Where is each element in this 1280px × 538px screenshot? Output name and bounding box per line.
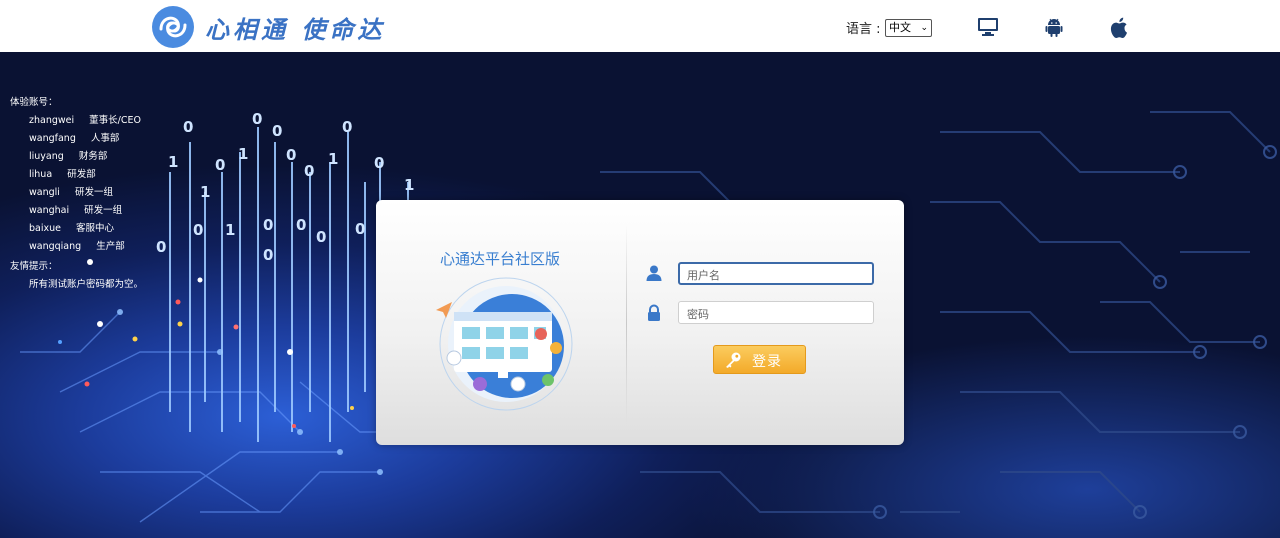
svg-text:0: 0: [156, 238, 166, 256]
account-username: lihua: [29, 169, 53, 180]
svg-text:0: 0: [296, 216, 306, 234]
account-username: wangli: [29, 187, 60, 198]
svg-text:1: 1: [238, 145, 248, 163]
account-item: baixue 客服中心: [29, 220, 114, 234]
account-role: 董事长/CEO: [89, 115, 141, 126]
account-role: 研发部: [67, 169, 96, 180]
svg-text:1: 1: [225, 221, 235, 239]
svg-text:0: 0: [304, 162, 314, 180]
account-item: lihua 研发部: [29, 166, 96, 180]
account-username: liuyang: [29, 151, 64, 162]
apple-icon[interactable]: [1109, 16, 1131, 38]
account-role: 研发一组: [84, 205, 123, 216]
account-username: wanghai: [29, 205, 70, 216]
account-role: 财务部: [78, 151, 108, 162]
svg-text:1: 1: [328, 150, 338, 168]
chevron-down-icon: ⌄: [920, 23, 928, 33]
account-username: baixue: [29, 223, 61, 234]
svg-text:1: 1: [200, 183, 210, 201]
android-icon[interactable]: [1043, 16, 1065, 38]
account-item: wanghai 研发一组: [29, 202, 122, 216]
key-icon: [726, 352, 741, 368]
account-username: wangqiang: [29, 241, 82, 252]
account-username: zhangwei: [29, 115, 75, 126]
username-input[interactable]: 用户名: [678, 262, 874, 285]
svg-text:0: 0: [272, 122, 282, 140]
tip-text: 所有测试账户密码都为空。: [29, 279, 144, 290]
svg-text:0: 0: [252, 110, 262, 128]
logo-icon: [152, 6, 194, 48]
account-item: wangli 研发一组: [29, 184, 113, 198]
account-role: 人事部: [90, 133, 120, 144]
platform-illustration: [436, 277, 573, 411]
language-selected-value: 中文: [889, 21, 911, 34]
svg-text:0: 0: [286, 146, 296, 164]
account-role: 生产部: [96, 241, 125, 252]
svg-text:0: 0: [374, 154, 384, 172]
svg-text:0: 0: [342, 118, 352, 136]
login-button-label: 登录: [752, 354, 782, 370]
svg-text:0: 0: [316, 228, 326, 246]
svg-text:0: 0: [215, 156, 225, 174]
platform-title: 心通达平台社区版: [440, 250, 561, 268]
lock-icon: [648, 304, 660, 321]
card-divider: [626, 224, 627, 424]
logo-text: 心相通 使命达: [205, 15, 386, 44]
account-username: wangfang: [29, 133, 76, 144]
username-placeholder: 用户名: [687, 269, 720, 282]
password-placeholder: 密码: [687, 308, 709, 321]
svg-text:0: 0: [355, 220, 365, 238]
svg-text:0: 0: [263, 216, 273, 234]
account-item: wangfang 人事部: [29, 130, 119, 144]
svg-text:0: 0: [263, 246, 273, 264]
account-role: 研发一组: [74, 187, 113, 198]
login-card: 心通达平台社区版 用户名 密码 登录: [376, 200, 904, 445]
account-item: zhangwei 董事长/CEO: [29, 112, 141, 126]
trial-accounts-title: 体验账号：: [10, 97, 58, 108]
svg-text:0: 0: [193, 221, 203, 239]
language-select[interactable]: 中文 ⌄: [885, 19, 932, 37]
svg-text:1: 1: [404, 176, 414, 194]
account-item: liuyang 财务部: [29, 148, 107, 162]
language-label: 语言 :: [846, 22, 881, 37]
svg-text:1: 1: [168, 153, 178, 171]
desktop-icon[interactable]: [977, 16, 999, 38]
tip-title: 友情提示：: [10, 261, 58, 272]
login-button[interactable]: 登录: [713, 345, 806, 374]
user-icon: [646, 265, 662, 281]
svg-text:0: 0: [183, 118, 193, 136]
account-item: wangqiang 生产部: [29, 238, 125, 252]
top-header: 心相通 使命达 语言 : 中文 ⌄: [0, 0, 1280, 53]
account-role: 客服中心: [76, 223, 115, 234]
password-input[interactable]: 密码: [678, 301, 874, 324]
